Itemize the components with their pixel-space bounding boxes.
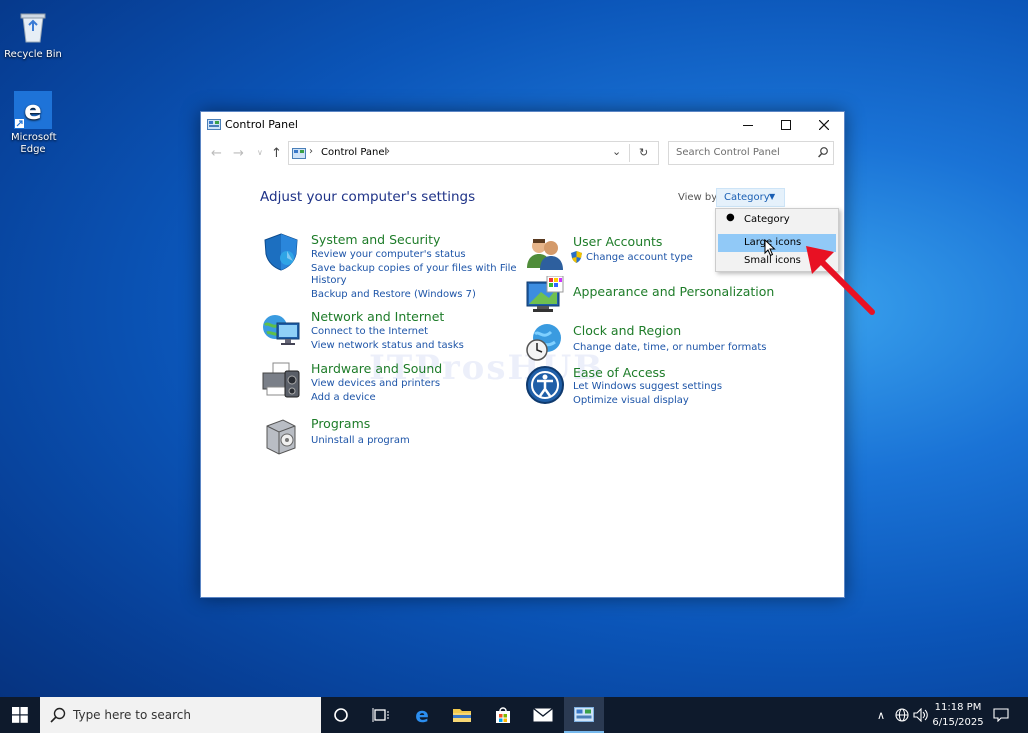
menu-item-category[interactable]: ● Category: [718, 211, 836, 229]
address-control-panel-icon: [292, 148, 306, 162]
printer-icon: [261, 361, 301, 401]
start-button[interactable]: [0, 697, 40, 733]
edge-icon: e: [415, 705, 429, 725]
cortana-button[interactable]: [321, 697, 361, 733]
view-by-value: Category: [724, 192, 770, 203]
category-link[interactable]: View network status and tasks: [311, 340, 464, 351]
control-panel-icon: [207, 119, 221, 130]
edge-icon: e: [14, 91, 52, 129]
category-title[interactable]: Ease of Access: [573, 365, 666, 380]
category-link[interactable]: Uninstall a program: [311, 435, 410, 446]
desktop-icon-label: Microsoft Edge: [11, 132, 57, 155]
uac-shield-icon: [571, 251, 582, 266]
breadcrumb-chevron-icon[interactable]: ›: [386, 146, 390, 157]
taskbar-edge-button[interactable]: e: [402, 697, 442, 733]
taskbar-search-box[interactable]: Type here to search: [40, 697, 321, 733]
category-title[interactable]: System and Security: [311, 232, 440, 247]
taskbar-mail-button[interactable]: [523, 697, 563, 733]
clock-date: 6/15/2025: [932, 717, 984, 728]
ease-of-access-icon: [525, 365, 565, 405]
category-title[interactable]: Clock and Region: [573, 323, 681, 338]
category-link[interactable]: Optimize visual display: [573, 395, 689, 406]
annotation-arrow-icon: [800, 240, 880, 323]
close-button[interactable]: [805, 112, 843, 138]
back-arrow-icon[interactable]: ←: [211, 146, 222, 161]
clock-time: 11:18 PM: [934, 702, 982, 713]
desktop-icon-recycle-bin[interactable]: Recycle Bin: [1, 8, 65, 61]
category-title[interactable]: Programs: [311, 416, 370, 431]
control-panel-window: Control Panel ← → ∨ ↑ › Control Panel › …: [200, 111, 845, 598]
store-bag-icon: [496, 707, 510, 723]
svg-text:e: e: [24, 96, 42, 126]
recycle-bin-icon: [14, 8, 52, 46]
search-icon: [50, 707, 66, 726]
minimize-button[interactable]: [729, 112, 767, 138]
category-link[interactable]: Save backup copies of your files with Fi…: [311, 263, 517, 274]
users-icon: [525, 234, 565, 274]
title-bar[interactable]: Control Panel: [201, 112, 844, 138]
programs-box-icon: [261, 416, 301, 456]
clock-globe-icon: [525, 322, 565, 362]
notifications-icon[interactable]: [990, 697, 1012, 733]
category-link[interactable]: View devices and printers: [311, 378, 440, 389]
category-link[interactable]: Connect to the Internet: [311, 326, 428, 337]
category-link[interactable]: Change date, time, or number formats: [573, 342, 767, 353]
up-arrow-icon[interactable]: ↑: [271, 146, 282, 161]
network-globe-icon: [261, 309, 301, 349]
address-bar[interactable]: › Control Panel › ⌄ ↻: [288, 141, 659, 165]
folder-icon: [453, 709, 471, 722]
address-dropdown-icon[interactable]: ⌄: [612, 145, 621, 158]
category-title[interactable]: User Accounts: [573, 234, 662, 249]
selected-bullet-icon: ●: [726, 212, 735, 223]
category-link[interactable]: Let Windows suggest settings: [573, 381, 722, 392]
category-title[interactable]: Appearance and Personalization: [573, 284, 774, 299]
mail-icon: [533, 708, 553, 722]
category-title[interactable]: Hardware and Sound: [311, 361, 442, 376]
mouse-pointer-icon: [764, 238, 776, 260]
menu-item-label: Category: [744, 214, 790, 225]
taskbar-store-button[interactable]: [483, 697, 523, 733]
dropdown-triangle-icon: ▼: [769, 192, 776, 201]
volume-icon[interactable]: [912, 697, 930, 733]
show-hidden-icons-chevron-icon[interactable]: ∧: [872, 697, 890, 733]
category-link[interactable]: History: [311, 275, 347, 286]
refresh-icon[interactable]: ↻: [639, 146, 648, 159]
search-icon[interactable]: [818, 147, 828, 161]
task-view-button[interactable]: [361, 697, 401, 733]
window-title: Control Panel: [225, 118, 298, 131]
monitor-palette-icon: [525, 275, 565, 316]
system-clock[interactable]: 11:18 PM 6/15/2025: [932, 700, 984, 730]
address-divider: [629, 144, 630, 162]
taskbar-file-explorer-button[interactable]: [442, 697, 482, 733]
desktop-icon-edge[interactable]: e Microsoft Edge: [1, 91, 65, 156]
category-link[interactable]: Change account type: [586, 252, 693, 263]
page-title: Adjust your computer's settings: [260, 189, 476, 205]
breadcrumb-separator-icon: ›: [309, 146, 313, 157]
category-link[interactable]: Add a device: [311, 392, 376, 403]
control-panel-icon: [574, 706, 594, 722]
shield-icon: [261, 232, 301, 272]
recent-locations-chevron-icon[interactable]: ∨: [257, 148, 263, 157]
desktop-icon-label: Recycle Bin: [4, 49, 62, 60]
view-by-dropdown[interactable]: Category ▼: [716, 188, 785, 207]
windows-logo-icon: [12, 707, 28, 723]
category-link[interactable]: Backup and Restore (Windows 7): [311, 289, 476, 300]
navigation-bar: ← → ∨ ↑ › Control Panel › ⌄ ↻ Search Con…: [201, 141, 844, 167]
taskbar-control-panel-button[interactable]: [564, 697, 604, 733]
search-input[interactable]: Search Control Panel: [676, 147, 780, 158]
view-by-label: View by:: [678, 192, 720, 203]
category-link[interactable]: Review your computer's status: [311, 249, 466, 260]
forward-arrow-icon[interactable]: →: [233, 146, 244, 161]
language-globe-icon[interactable]: [893, 697, 911, 733]
svg-text:e: e: [415, 705, 429, 725]
taskbar-search-input[interactable]: Type here to search: [73, 708, 191, 722]
category-title[interactable]: Network and Internet: [311, 309, 444, 324]
breadcrumb-control-panel[interactable]: Control Panel: [321, 147, 387, 158]
maximize-button[interactable]: [767, 112, 805, 138]
taskbar: Type here to search e ∧ 11:18 PM 6/15/20…: [0, 697, 1028, 733]
search-box[interactable]: Search Control Panel: [668, 141, 834, 165]
